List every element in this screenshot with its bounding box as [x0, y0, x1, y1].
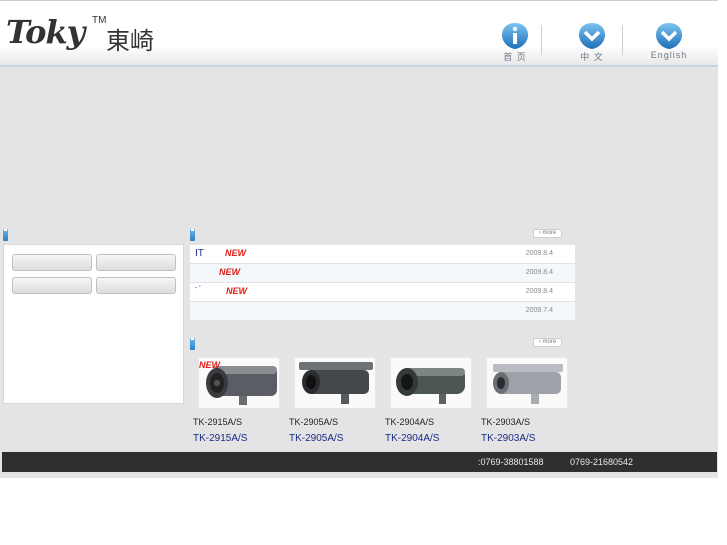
section-bullet-icon — [3, 229, 8, 241]
nav-english-label: English — [650, 50, 688, 60]
new-badge: NEW — [219, 267, 240, 277]
logo-chinese: 東崎 — [106, 27, 154, 55]
nav-divider — [541, 25, 542, 55]
news-title[interactable]: IT — [195, 248, 204, 259]
news-title[interactable]: - ' — [195, 285, 201, 292]
product-link[interactable]: TK-2915A/S — [193, 433, 247, 444]
category-button[interactable] — [96, 277, 176, 294]
camera-image — [391, 358, 471, 408]
logo-trademark: TM — [92, 15, 107, 26]
nav-english-button[interactable]: English — [644, 21, 694, 65]
new-badge: NEW — [226, 286, 247, 296]
footer-phone: :0769-38801588 — [478, 457, 544, 467]
product-image[interactable] — [390, 357, 472, 409]
nav-chinese-button[interactable]: 中 文 — [567, 21, 617, 65]
product-code: TK-2905A/S — [289, 417, 339, 427]
section-bullet-icon — [190, 229, 195, 241]
product-link[interactable]: TK-2905A/S — [289, 433, 343, 444]
product-link[interactable]: TK-2903A/S — [481, 433, 535, 444]
nav-home-button[interactable]: 首 页 — [490, 21, 540, 65]
nav-chinese-label: 中 文 — [580, 52, 604, 62]
category-button[interactable] — [96, 254, 176, 271]
chevron-down-icon — [579, 23, 605, 49]
product-link[interactable]: TK-2904A/S — [385, 433, 439, 444]
nav-home-label: 首 页 — [503, 52, 527, 62]
page: Toky TM 東崎 首 页 中 文 English › more IT NEW… — [0, 0, 727, 545]
footer-phone: 0769-21680542 — [570, 457, 634, 467]
banner-area — [0, 69, 718, 225]
logo-wordmark: Toky — [6, 13, 85, 51]
news-row[interactable]: 2009.7.4 — [190, 302, 575, 321]
news-date: 2009.7.4 — [525, 307, 553, 314]
camera-image — [487, 358, 567, 408]
product-image[interactable] — [486, 357, 568, 409]
products-more-link[interactable]: › more — [533, 338, 562, 347]
nav-divider — [622, 25, 623, 55]
news-list: IT NEW 2009.8.4 NEW 2009.8.4 - ' NEW 200… — [190, 245, 575, 321]
info-icon — [502, 23, 528, 49]
news-date: 2009.8.4 — [525, 288, 553, 295]
category-button[interactable] — [12, 254, 92, 271]
product-new-badge: NEW — [199, 360, 220, 370]
left-category-panel — [3, 244, 184, 404]
product-code: TK-2903A/S — [481, 417, 531, 427]
news-row[interactable]: IT NEW 2009.8.4 — [190, 245, 575, 264]
new-badge: NEW — [225, 248, 246, 258]
site-footer: :0769-38801588 0769-21680542 — [2, 452, 717, 472]
category-button[interactable] — [12, 277, 92, 294]
chevron-down-icon — [656, 23, 682, 49]
news-row[interactable]: NEW 2009.8.4 — [190, 264, 575, 283]
product-code: TK-2904A/S — [385, 417, 435, 427]
site-header: Toky TM 東崎 首 页 中 文 English — [0, 1, 718, 67]
product-code: TK-2915A/S — [193, 417, 243, 427]
camera-image — [295, 358, 375, 408]
toky-logo[interactable]: Toky TM 東崎 — [6, 13, 166, 55]
news-row[interactable]: - ' NEW 2009.8.4 — [190, 283, 575, 302]
news-date: 2009.8.4 — [525, 250, 553, 257]
news-more-link[interactable]: › more — [533, 229, 562, 238]
section-bullet-icon — [190, 338, 195, 350]
news-date: 2009.8.4 — [525, 269, 553, 276]
product-image[interactable] — [294, 357, 376, 409]
